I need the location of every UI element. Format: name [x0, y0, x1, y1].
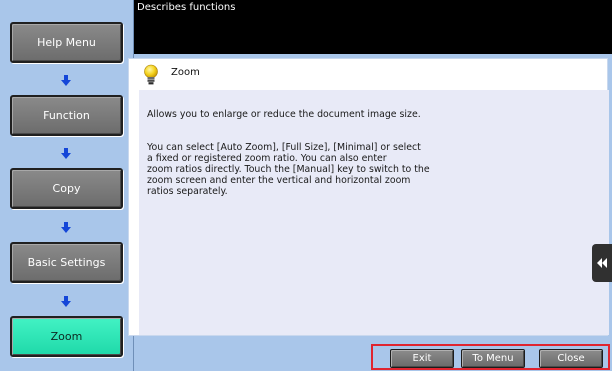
nav-button-label: Help Menu: [37, 36, 96, 49]
arrow-down-icon: [61, 75, 71, 86]
arrow-down-icon: [61, 296, 71, 307]
arrow-down-icon: [61, 222, 71, 233]
nav-button-copy[interactable]: Copy: [10, 168, 123, 209]
description-paragraph: Allows you to enlarge or reduce the docu…: [147, 109, 421, 120]
nav-button-label: Function: [43, 109, 90, 122]
nav-button-zoom[interactable]: Zoom: [10, 316, 123, 357]
to-menu-button-label: To Menu: [472, 353, 514, 364]
description-area: Allows you to enlarge or reduce the docu…: [139, 90, 609, 335]
breadcrumb-nav-panel: Help Menu Function Copy Basic Settings Z…: [0, 0, 134, 371]
nav-button-basic-settings[interactable]: Basic Settings: [10, 242, 123, 283]
nav-button-help-menu[interactable]: Help Menu: [10, 22, 123, 63]
nav-button-label: Copy: [52, 182, 81, 195]
description-text: Allows you to enlarge or reduce the docu…: [147, 98, 567, 219]
header-bar: Describes functions: [134, 0, 612, 54]
lightbulb-icon: [144, 64, 158, 85]
bottom-button-bar: Exit To Menu Close: [371, 344, 610, 370]
exit-button[interactable]: Exit: [390, 349, 454, 368]
nav-button-label: Zoom: [50, 330, 83, 343]
description-paragraph: You can select [Auto Zoom], [Full Size],…: [147, 142, 430, 197]
close-button[interactable]: Close: [539, 349, 603, 368]
topic-title: Zoom: [171, 67, 200, 78]
page-title: Describes functions: [137, 2, 236, 13]
close-button-label: Close: [557, 353, 585, 364]
exit-button-label: Exit: [412, 353, 432, 364]
to-menu-button[interactable]: To Menu: [461, 349, 525, 368]
nav-button-function[interactable]: Function: [10, 95, 123, 136]
nav-button-label: Basic Settings: [27, 256, 106, 269]
side-panel-toggle[interactable]: [592, 244, 612, 282]
arrow-down-icon: [61, 148, 71, 159]
topic-header: Zoom: [129, 59, 607, 89]
double-chevron-left-icon: [597, 258, 607, 268]
help-content-panel: Zoom Allows you to enlarge or reduce the…: [128, 58, 609, 336]
